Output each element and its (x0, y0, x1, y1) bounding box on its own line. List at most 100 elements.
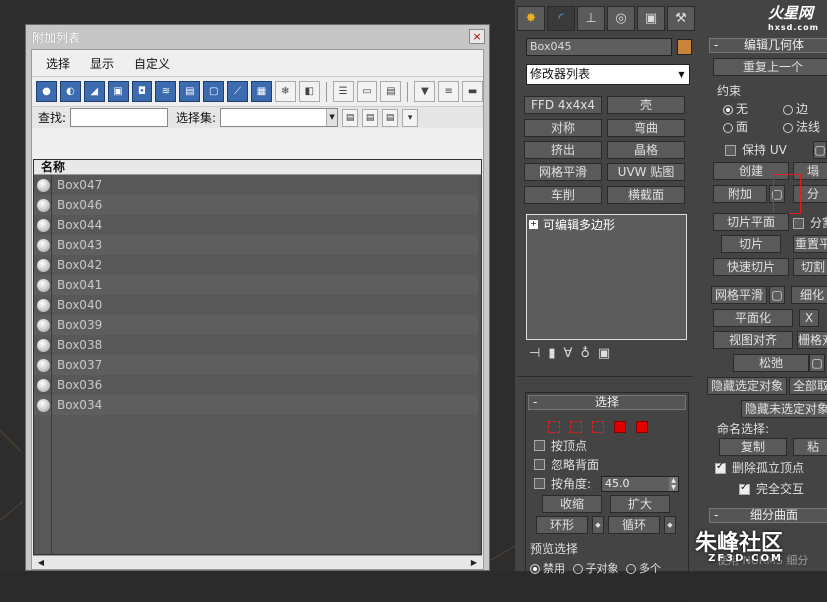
frozen-filter-icon[interactable]: ❄ (274, 81, 296, 102)
select-none-icon[interactable]: ▭ (356, 81, 378, 102)
copy-button[interactable]: 复制 (719, 438, 787, 456)
chevron-down-icon[interactable]: ▼ (326, 109, 338, 126)
filter-list-icon[interactable]: ≡ (438, 81, 460, 102)
spacewarp-filter-icon[interactable]: ≋ (155, 81, 177, 102)
preview-multi-radio[interactable] (626, 564, 636, 574)
expand-icon[interactable]: + (529, 219, 538, 229)
delete-isolated-checkbox[interactable] (715, 461, 726, 474)
list-item[interactable]: Box042 (34, 255, 478, 275)
quickslice-button[interactable]: 快速切片 (713, 258, 789, 276)
create-tab-icon[interactable]: ✸ (517, 6, 545, 31)
meshsmooth-edit-button[interactable]: 网格平滑 (711, 286, 767, 304)
constraint-normal-radio[interactable] (783, 122, 793, 133)
ring-button[interactable]: 环形 (536, 516, 588, 534)
menu-customize[interactable]: 自定义 (134, 55, 170, 72)
remove-selection-set-icon[interactable]: ▤ (382, 108, 399, 127)
angle-spinner[interactable]: 45.0 ▲ ▼ (601, 475, 680, 492)
stack-item-editable-poly[interactable]: + 可编辑多边形 (529, 217, 684, 232)
spinner-arrows-icon[interactable]: ▲ ▼ (669, 476, 679, 491)
show-end-result-icon[interactable]: ▮ (548, 346, 555, 361)
planarize-button[interactable]: 平面化 (713, 309, 793, 327)
loop-button[interactable]: 循环 (608, 516, 660, 534)
options-icon[interactable]: ▬ (462, 81, 484, 102)
find-input[interactable] (70, 108, 169, 127)
grid-align-button[interactable]: 栅格对 (797, 331, 827, 349)
modify-tab-icon[interactable]: ◜ (547, 6, 575, 31)
list-item[interactable]: Box039 (34, 315, 478, 335)
hidden-filter-icon[interactable]: ◧ (298, 81, 320, 102)
bone-filter-icon[interactable]: ⟋ (227, 81, 249, 102)
object-color-swatch[interactable] (677, 39, 692, 55)
selection-set-dropdown[interactable]: ▼ (220, 108, 339, 127)
shell-button[interactable]: 壳 (607, 96, 685, 114)
preserve-uv-option[interactable]: 保持 UV (725, 141, 787, 158)
by-angle-checkbox[interactable] (534, 478, 545, 489)
list-item[interactable]: Box041 (34, 275, 478, 295)
ffd-button[interactable]: FFD 4x4x4 (524, 96, 602, 114)
helper-filter-icon[interactable]: ◘ (131, 81, 153, 102)
object-list[interactable]: 名称 Box047 Box046 Box044 Box043 Box042 Bo… (33, 159, 482, 555)
shape-filter-icon[interactable]: ◐ (59, 81, 81, 102)
edge-level-icon[interactable] (570, 420, 582, 433)
hierarchy-tab-icon[interactable]: ⊥ (577, 6, 605, 31)
constraint-face-option[interactable]: 面 (723, 118, 748, 135)
polygon-level-icon[interactable] (614, 420, 626, 433)
geometry-filter-icon[interactable]: ● (36, 81, 57, 102)
meshsmooth-button[interactable]: 网格平滑 (524, 163, 602, 181)
chevron-down-icon[interactable]: ▼ (675, 66, 688, 83)
repeat-last-button[interactable]: 重复上一个 (713, 58, 827, 76)
utilities-tab-icon[interactable]: ⚒ (667, 6, 695, 31)
preview-subobject-radio[interactable] (572, 564, 583, 574)
element-level-icon[interactable] (636, 420, 648, 433)
extrude-button[interactable]: 挤出 (524, 141, 602, 159)
view-align-button[interactable]: 视图对齐 (713, 331, 793, 349)
tessellate-button[interactable]: 细化 (791, 286, 827, 304)
loop-spinner-icon[interactable]: ◆ (664, 516, 676, 534)
list-item[interactable]: Box036 (34, 375, 478, 395)
list-item[interactable]: Box046 (34, 195, 478, 215)
modifier-list-dropdown[interactable]: 修改器列表 ▼ (526, 64, 690, 85)
selection-rollout-title[interactable]: - 选择 (528, 395, 686, 410)
slice-plane-button[interactable]: 切片平面 (713, 213, 789, 231)
make-unique-icon[interactable]: ∀ (563, 346, 572, 361)
container-filter-icon[interactable]: ▦ (251, 81, 272, 102)
constraint-face-radio[interactable] (723, 122, 733, 133)
light-filter-icon[interactable]: ◢ (83, 81, 105, 102)
slice-button[interactable]: 切片 (721, 235, 781, 253)
edit-selection-set-icon[interactable]: ▤ (342, 108, 359, 127)
paste-button[interactable]: 粘 (793, 438, 827, 456)
add-selection-set-icon[interactable]: ▤ (362, 108, 379, 127)
preserve-uv-settings-icon[interactable]: ▢ (813, 141, 827, 159)
symmetry-button[interactable]: 对称 (524, 119, 602, 137)
vertex-level-icon[interactable] (548, 420, 560, 433)
more-options-icon[interactable]: ▾ (402, 108, 419, 127)
cut-button[interactable]: 切割 (793, 258, 827, 276)
dialog-titlebar[interactable]: 附加列表 × (26, 25, 489, 49)
camera-filter-icon[interactable]: ▣ (107, 81, 129, 102)
horizontal-scrollbar[interactable]: ◀ ▶ (33, 555, 482, 569)
list-item[interactable]: Box043 (34, 235, 478, 255)
list-item[interactable]: Box040 (34, 295, 478, 315)
subdivision-surface-title[interactable]: - 细分曲面 (709, 508, 827, 523)
menu-select[interactable]: 选择 (46, 55, 70, 72)
delete-isolated-option[interactable]: 删除孤立顶点 (715, 459, 804, 476)
edit-geometry-title[interactable]: - 编辑几何体 (709, 38, 827, 53)
list-item[interactable]: Box044 (34, 215, 478, 235)
grow-button[interactable]: 扩大 (610, 495, 670, 513)
reset-plane-button[interactable]: 重置平 (793, 235, 827, 253)
scroll-right-icon[interactable]: ▶ (468, 557, 480, 569)
constraint-normal-option[interactable]: 法线 (783, 118, 820, 135)
configure-sets-icon[interactable]: ▣ (598, 346, 610, 361)
by-vertex-checkbox[interactable] (534, 440, 545, 451)
pin-stack-icon[interactable]: ⊣ (529, 346, 540, 361)
full-interactivity-option[interactable]: 完全交互 (739, 480, 804, 497)
shrink-button[interactable]: 收缩 (542, 495, 602, 513)
close-button[interactable]: × (469, 29, 485, 44)
constraint-edge-radio[interactable] (783, 104, 793, 115)
relax-button[interactable]: 松弛 (733, 354, 809, 372)
ring-spinner-icon[interactable]: ◆ (592, 516, 604, 534)
display-tab-icon[interactable]: ▣ (637, 6, 665, 31)
list-item[interactable]: Box034 (34, 395, 478, 415)
planarize-x-button[interactable]: X (799, 309, 819, 327)
modifier-stack[interactable]: + 可编辑多边形 (526, 214, 687, 340)
